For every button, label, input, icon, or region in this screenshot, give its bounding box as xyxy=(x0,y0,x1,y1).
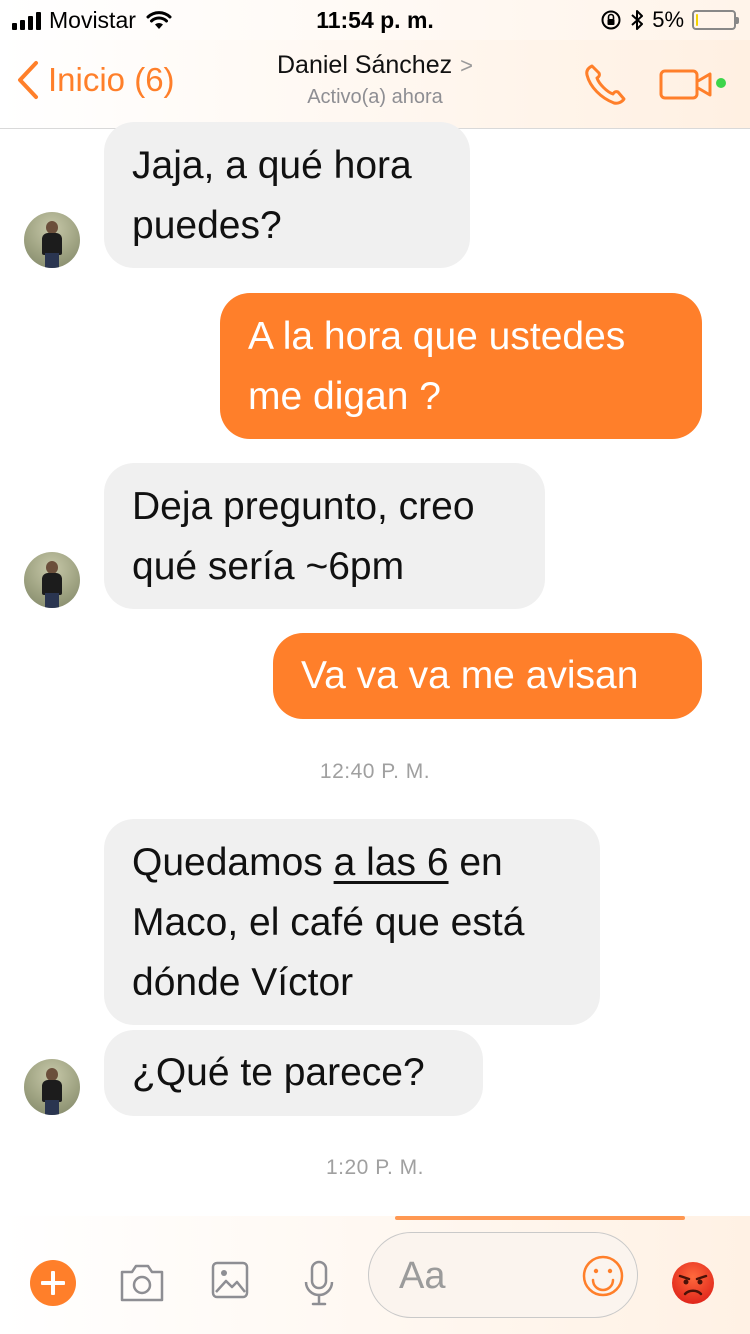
image-icon xyxy=(211,1261,249,1299)
message-bubble[interactable]: Deja pregunto, creo qué sería ~6pm xyxy=(104,463,545,609)
voice-message-button[interactable] xyxy=(302,1260,336,1313)
voice-call-button[interactable] xyxy=(582,62,630,113)
battery-icon xyxy=(692,10,739,30)
camera-button[interactable] xyxy=(118,1260,166,1309)
message-input[interactable] xyxy=(397,1251,561,1301)
online-indicator xyxy=(716,78,726,88)
orientation-lock-icon xyxy=(601,10,621,30)
video-camera-icon xyxy=(659,69,712,100)
message-bubble[interactable]: Jaja, a qué hora puedes? xyxy=(104,122,470,268)
time-link[interactable]: a las 6 xyxy=(334,841,449,884)
chevron-right-icon: > xyxy=(460,53,473,78)
presence-status: Activo(a) ahora xyxy=(307,86,443,108)
message-line: Deja pregunto, creo xyxy=(132,485,475,528)
emoji-button[interactable] xyxy=(581,1254,625,1303)
status-bar: Movistar 11:54 p. m. 5% xyxy=(0,0,750,40)
message-line: ¿Qué te parece? xyxy=(132,1051,425,1094)
message-line: Va va va me avisan xyxy=(301,654,639,697)
partially-hidden-bubble xyxy=(395,1216,685,1220)
message-bubble[interactable]: Va va va me avisan xyxy=(273,633,702,719)
message-line: Jaja, a qué hora xyxy=(132,144,412,187)
timestamp: 1:20 P. M. xyxy=(325,1156,424,1179)
message-line: dónde Víctor xyxy=(132,961,354,1004)
timestamp: 12:40 P. M. xyxy=(319,760,431,783)
plus-icon[interactable] xyxy=(30,1260,76,1306)
message-text: en xyxy=(448,841,503,884)
microphone-icon xyxy=(304,1260,334,1306)
gallery-button[interactable] xyxy=(210,1260,250,1305)
conversation-header: Inicio (6) Daniel Sánchez > Activo(a) aho… xyxy=(0,40,750,129)
battery-percent: 5% xyxy=(652,7,684,32)
message-bubble[interactable]: ¿Qué te parece? xyxy=(104,1030,483,1116)
contact-title[interactable]: Daniel Sánchez > Activo(a) ahora xyxy=(0,51,750,109)
message-bubble[interactable]: Quedamos a las 6 en Maco, el café que es… xyxy=(104,819,600,1025)
message-line: Quedamos a las 6 en xyxy=(132,833,572,893)
message-line: me digan ? xyxy=(248,375,441,418)
message-line: qué sería ~6pm xyxy=(132,545,405,588)
message-text: Quedamos xyxy=(132,841,334,884)
quick-reaction-button[interactable] xyxy=(670,1260,716,1311)
message-line: puedes? xyxy=(132,204,282,247)
composer-bar xyxy=(0,1216,750,1334)
message-bubble[interactable]: A la hora que ustedes me digan ? xyxy=(220,293,702,439)
status-right: 5% xyxy=(600,7,739,33)
avatar[interactable] xyxy=(24,212,80,268)
battery-fill xyxy=(696,14,698,26)
avatar[interactable] xyxy=(24,1059,80,1115)
message-line: A la hora que ustedes xyxy=(248,315,626,358)
phone-icon xyxy=(585,64,626,105)
video-call-button[interactable] xyxy=(658,68,714,107)
angry-face-icon xyxy=(672,1262,714,1304)
message-input-container[interactable] xyxy=(368,1232,638,1318)
camera-icon xyxy=(120,1264,164,1302)
avatar[interactable] xyxy=(24,552,80,608)
contact-name: Daniel Sánchez xyxy=(277,51,453,79)
bluetooth-icon xyxy=(631,10,644,30)
smiley-icon xyxy=(582,1255,624,1297)
message-line: Maco, el café que está xyxy=(132,901,525,944)
